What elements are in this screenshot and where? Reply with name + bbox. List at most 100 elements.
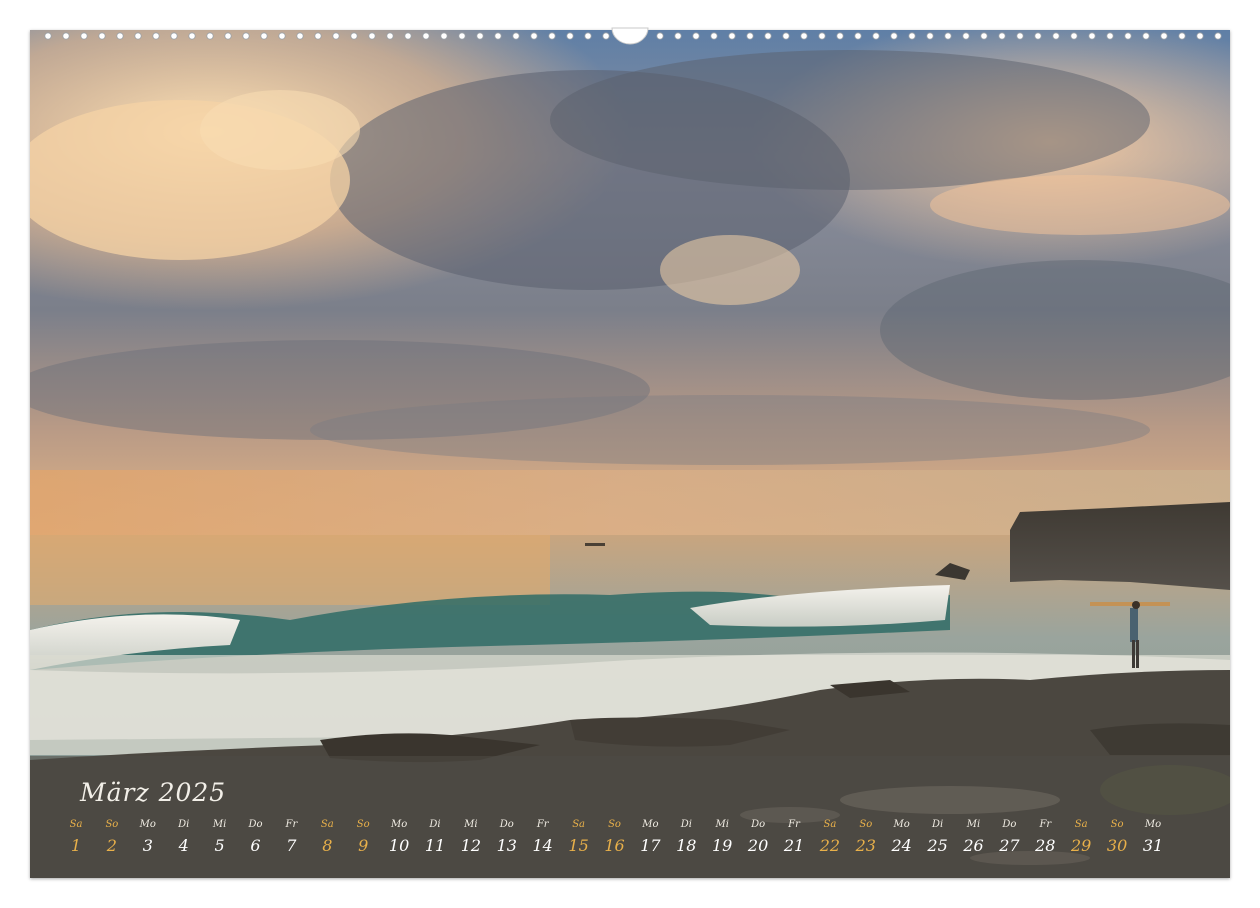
day-number: 7 xyxy=(286,836,297,855)
day-number: 28 xyxy=(1035,836,1056,855)
binding-hole xyxy=(1160,32,1168,40)
binding-hole xyxy=(566,32,574,40)
binding-hole xyxy=(1142,32,1150,40)
binding-hole xyxy=(764,32,772,40)
day-number: 29 xyxy=(1071,836,1092,855)
day-cell: Di 4 xyxy=(166,818,202,856)
day-abbr: Sa xyxy=(572,819,585,830)
day-number: 15 xyxy=(568,836,589,855)
days-row: Sa 1 So 2 Mo 3 Di 4 Mi 5 Do 6 Fr 7 Sa 8 So 9 Mo 10 Di 11 Mi 12 D… xyxy=(30,818,1230,874)
binding-hole xyxy=(962,32,970,40)
binding-hole xyxy=(422,32,430,40)
day-abbr: Di xyxy=(931,819,944,830)
day-cell: Sa 8 xyxy=(309,818,345,856)
binding-hole xyxy=(404,32,412,40)
binding-hole xyxy=(476,32,484,40)
day-abbr: Mi xyxy=(715,819,729,830)
day-cell: Mo 24 xyxy=(884,818,920,856)
day-cell: So 16 xyxy=(597,818,633,856)
day-cell: Do 6 xyxy=(238,818,274,856)
day-number: 23 xyxy=(855,836,876,855)
day-cell: Di 11 xyxy=(417,818,453,856)
binding-hole xyxy=(458,32,466,40)
binding-hole xyxy=(944,32,952,40)
day-abbr: Fr xyxy=(285,819,298,830)
day-number: 19 xyxy=(712,836,733,855)
day-number: 30 xyxy=(1106,836,1128,855)
binding-hole xyxy=(890,32,898,40)
day-cell: Sa 22 xyxy=(812,818,848,856)
binding-hole xyxy=(170,32,178,40)
day-abbr: Sa xyxy=(1074,819,1088,830)
day-number: 9 xyxy=(358,836,369,855)
day-number: 17 xyxy=(640,836,661,855)
day-number: 6 xyxy=(250,836,261,855)
binding-hole xyxy=(1052,32,1060,40)
binding-hole xyxy=(332,32,340,40)
day-number: 14 xyxy=(532,836,553,855)
binding-hole xyxy=(278,32,286,40)
day-cell: Mo 31 xyxy=(1135,818,1171,856)
binding-hole xyxy=(224,32,232,40)
binding-hole xyxy=(1034,32,1042,40)
binding-hole xyxy=(782,32,790,40)
binding-hole xyxy=(548,32,556,40)
day-cell: Mi 19 xyxy=(704,818,740,856)
binding-hole xyxy=(908,32,916,40)
binding-hole xyxy=(1016,32,1024,40)
binding-hole xyxy=(710,32,718,40)
day-cell: Mo 17 xyxy=(632,818,668,856)
binding-hole xyxy=(368,32,376,40)
day-cell: Mo 3 xyxy=(130,818,166,856)
day-abbr: Mo xyxy=(1144,819,1162,830)
day-cell: Di 18 xyxy=(668,818,704,856)
day-cell: So 2 xyxy=(94,818,130,856)
binding-hole xyxy=(188,32,196,40)
binding-hole xyxy=(80,32,88,40)
binding-hole xyxy=(872,32,880,40)
day-cell: So 9 xyxy=(345,818,381,856)
day-cell: Do 13 xyxy=(489,818,525,856)
day-abbr: Sa xyxy=(69,819,83,830)
day-number: 10 xyxy=(388,836,410,855)
day-cell: Fr 28 xyxy=(1027,818,1063,856)
day-number: 12 xyxy=(460,836,482,855)
day-cell: Fr 7 xyxy=(273,818,309,856)
hanger-notch xyxy=(611,27,649,45)
day-abbr: So xyxy=(608,819,621,830)
binding-hole xyxy=(926,32,934,40)
day-cell: Fr 21 xyxy=(776,818,812,856)
binding-hole xyxy=(1106,32,1114,40)
binding-hole xyxy=(530,32,538,40)
binding-hole xyxy=(98,32,106,40)
day-abbr: Mo xyxy=(642,819,659,830)
day-number: 8 xyxy=(322,836,333,855)
binding-hole xyxy=(800,32,808,40)
day-number: 18 xyxy=(676,836,697,855)
day-abbr: Mo xyxy=(893,819,910,830)
binding-hole xyxy=(746,32,754,40)
day-cell: Do 27 xyxy=(991,818,1027,856)
day-number: 4 xyxy=(178,836,189,855)
day-number: 2 xyxy=(106,836,117,855)
binding-hole xyxy=(296,32,304,40)
binding-hole xyxy=(206,32,214,40)
day-abbr: So xyxy=(859,819,873,830)
binding-hole xyxy=(1178,32,1186,40)
day-abbr: Mi xyxy=(464,819,478,830)
day-abbr: So xyxy=(105,819,119,830)
binding-hole xyxy=(836,32,844,40)
day-cell: Di 25 xyxy=(920,818,956,856)
day-abbr: Fr xyxy=(1039,819,1052,830)
binding-hole xyxy=(1088,32,1096,40)
day-cell: Sa 1 xyxy=(58,818,94,856)
day-abbr: Mi xyxy=(212,819,227,830)
day-number: 21 xyxy=(783,836,805,855)
day-abbr: Do xyxy=(751,819,766,830)
binding-hole xyxy=(584,32,592,40)
binding-hole xyxy=(1124,32,1132,40)
spiral-binding xyxy=(30,26,1230,48)
day-number: 13 xyxy=(496,836,517,855)
day-number: 1 xyxy=(70,836,82,855)
binding-hole xyxy=(152,32,160,40)
